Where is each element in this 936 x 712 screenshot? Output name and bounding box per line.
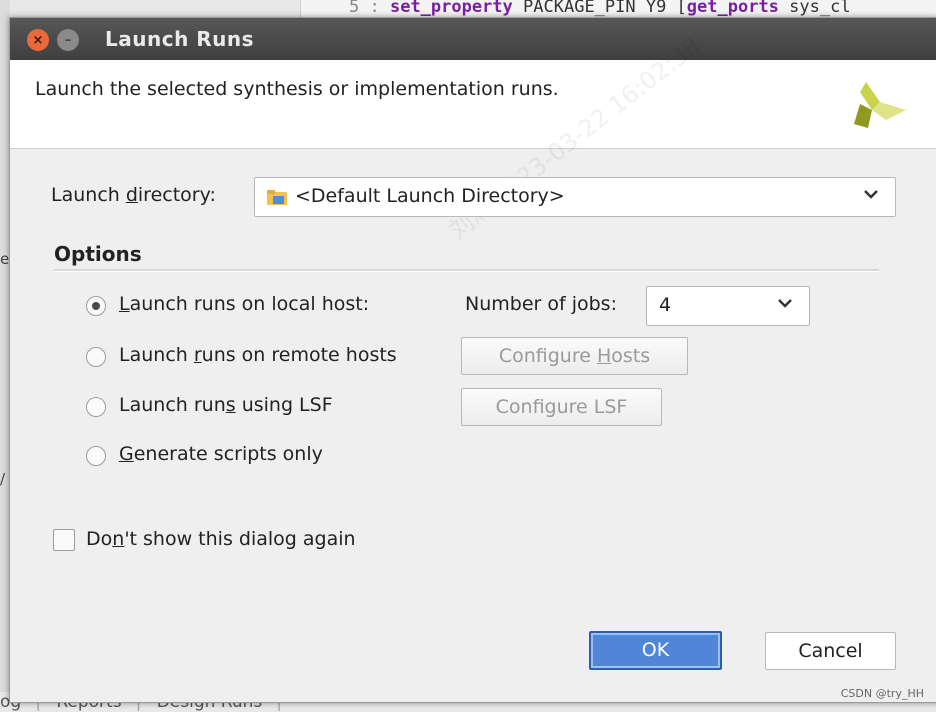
- options-section-title: Options: [54, 242, 142, 266]
- configure-hosts-button[interactable]: Configure Hosts: [461, 337, 688, 375]
- cancel-button[interactable]: Cancel: [765, 632, 896, 670]
- ok-button[interactable]: OK: [589, 631, 722, 670]
- dialog-titlebar[interactable]: × – Launch Runs: [10, 18, 936, 60]
- dialog-title: Launch Runs: [105, 27, 255, 51]
- chevron-down-icon: [778, 299, 792, 308]
- configure-lsf-button[interactable]: Configure LSF: [461, 388, 662, 426]
- launch-runs-dialog: × – Launch Runs Launch the selected synt…: [9, 17, 936, 703]
- close-icon: ×: [32, 32, 44, 48]
- local-host-label[interactable]: Launch runs on local host:: [119, 293, 369, 315]
- number-of-jobs-value: 4: [659, 294, 672, 316]
- close-window-button[interactable]: ×: [27, 29, 49, 51]
- minimize-window-button[interactable]: –: [57, 29, 79, 51]
- lsf-radio[interactable]: [86, 397, 106, 417]
- generate-scripts-label[interactable]: Generate scripts only: [119, 443, 323, 465]
- editor-text: sys_cl: [778, 0, 851, 17]
- lsf-label[interactable]: Launch runs using LSF: [119, 394, 333, 416]
- dont-show-again-label[interactable]: Don't show this dialog again: [86, 528, 356, 550]
- dialog-header: Launch the selected synthesis or impleme…: [10, 60, 936, 149]
- generate-scripts-radio[interactable]: [86, 446, 106, 466]
- minimize-icon: –: [64, 32, 72, 48]
- remote-hosts-radio[interactable]: [86, 347, 106, 367]
- xilinx-logo-icon: [854, 82, 906, 128]
- editor-text: PACKAGE_PIN Y9 [: [512, 0, 687, 17]
- number-of-jobs-select[interactable]: 4: [646, 286, 810, 326]
- launch-directory-label: Launch directory:: [51, 184, 216, 206]
- launch-directory-combobox[interactable]: <Default Launch Directory>: [254, 177, 896, 217]
- launch-directory-value: <Default Launch Directory>: [295, 185, 565, 207]
- options-divider: [54, 269, 879, 272]
- csdn-watermark: CSDN @try_HH: [840, 687, 924, 700]
- editor-keyword: set_property: [389, 0, 513, 17]
- background-text: /: [0, 470, 6, 488]
- number-of-jobs-label: Number of jobs:: [465, 293, 617, 315]
- local-host-radio[interactable]: [86, 296, 106, 316]
- remote-hosts-label[interactable]: Launch runs on remote hosts: [119, 344, 397, 366]
- editor-keyword: get_ports: [686, 0, 779, 17]
- chevron-down-icon: [864, 190, 878, 199]
- folder-icon: [267, 190, 287, 205]
- background-text: e: [0, 250, 10, 268]
- dont-show-again-checkbox[interactable]: [53, 529, 75, 551]
- dialog-description: Launch the selected synthesis or impleme…: [35, 78, 559, 100]
- editor-line-number: 5 :: [349, 0, 380, 17]
